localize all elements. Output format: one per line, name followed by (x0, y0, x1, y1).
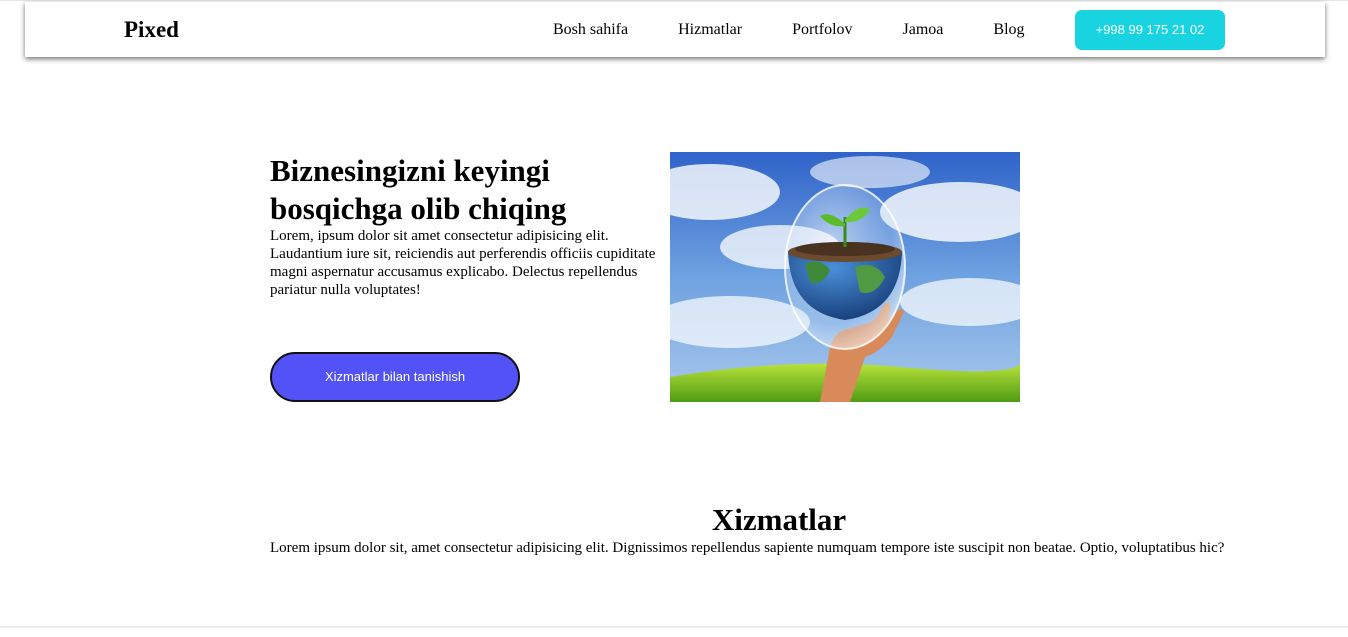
globe-in-hand-illustration (670, 152, 1020, 402)
nav-link-portfolov[interactable]: Portfolov (792, 20, 852, 40)
logo[interactable]: Pixed (124, 15, 179, 45)
services-description: Lorem ipsum dolor sit, amet consectetur … (270, 540, 1225, 556)
navbar: Pixed Bosh sahifa Hizmatlar Portfolov Ja… (25, 2, 1325, 57)
services-title: Xizmatlar (711, 502, 847, 537)
hero-description: Lorem, ipsum dolor sit amet consectetur … (270, 228, 656, 298)
top-border (0, 0, 1348, 1)
nav-links: Bosh sahifa Hizmatlar Portfolov Jamoa Bl… (553, 20, 1025, 40)
nav-link-hizmatlar[interactable]: Hizmatlar (678, 20, 742, 40)
services-cta-button[interactable]: Xizmatlar bilan tanishish (270, 352, 520, 402)
hero-image (670, 152, 1020, 402)
phone-button[interactable]: +998 99 175 21 02 (1075, 10, 1225, 50)
nav-link-bosh-sahifa[interactable]: Bosh sahifa (553, 20, 628, 40)
nav-link-jamoa[interactable]: Jamoa (903, 20, 944, 40)
bottom-border (0, 626, 1348, 628)
hero-title: Biznesingizni keyingi bosqichga olib chi… (270, 153, 567, 226)
nav-link-blog[interactable]: Blog (993, 20, 1024, 40)
